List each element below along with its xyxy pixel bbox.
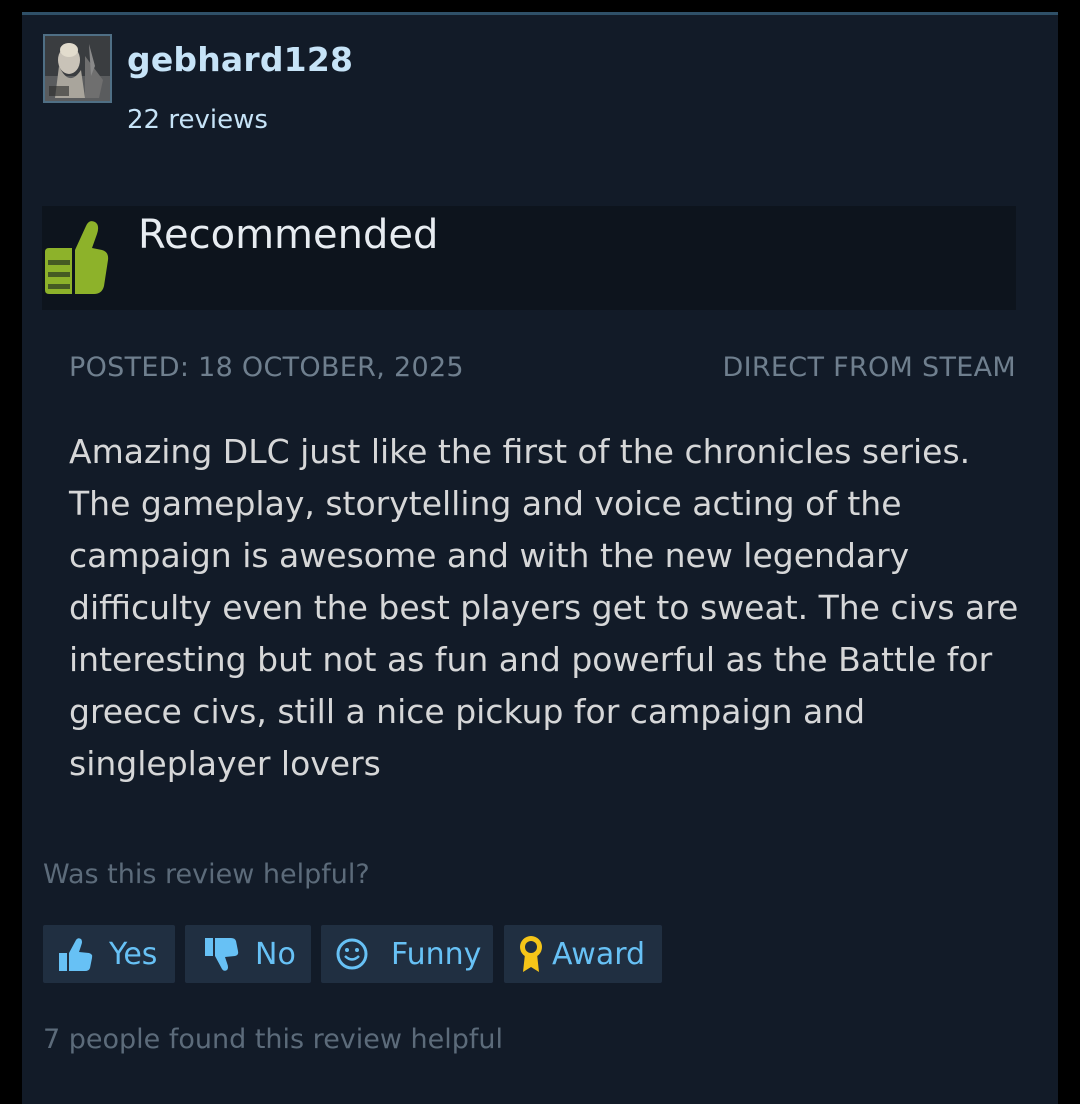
award-button[interactable]: Award xyxy=(504,925,662,983)
recommendation-label: Recommended xyxy=(138,212,439,258)
thumbs-up-icon xyxy=(42,214,112,300)
review-card: gebhard128 22 reviews Recommended POSTED… xyxy=(22,12,1058,1104)
author-username[interactable]: gebhard128 xyxy=(127,40,353,79)
no-button[interactable]: No xyxy=(185,925,311,983)
yes-button[interactable]: Yes xyxy=(43,925,175,983)
helpful-count: 7 people found this review helpful xyxy=(43,1024,504,1055)
award-ribbon-icon xyxy=(518,934,544,974)
smiley-icon xyxy=(335,937,369,971)
posted-date: POSTED: 18 OCTOBER, 2025 xyxy=(69,352,464,383)
thumbs-up-icon xyxy=(57,935,95,973)
helpful-question: Was this review helpful? xyxy=(43,859,370,890)
thumbs-down-icon xyxy=(203,936,239,972)
recommendation-bar: Recommended xyxy=(42,206,1016,310)
avatar-image xyxy=(45,36,110,101)
review-source: DIRECT FROM STEAM xyxy=(722,352,1016,383)
award-label: Award xyxy=(552,936,646,972)
funny-button[interactable]: Funny xyxy=(321,925,493,983)
no-label: No xyxy=(255,936,296,972)
yes-label: Yes xyxy=(109,936,158,972)
avatar[interactable] xyxy=(43,34,112,103)
author-review-count[interactable]: 22 reviews xyxy=(127,105,268,135)
review-body: Amazing DLC just like the first of the c… xyxy=(69,432,1019,783)
funny-label: Funny xyxy=(391,936,482,972)
